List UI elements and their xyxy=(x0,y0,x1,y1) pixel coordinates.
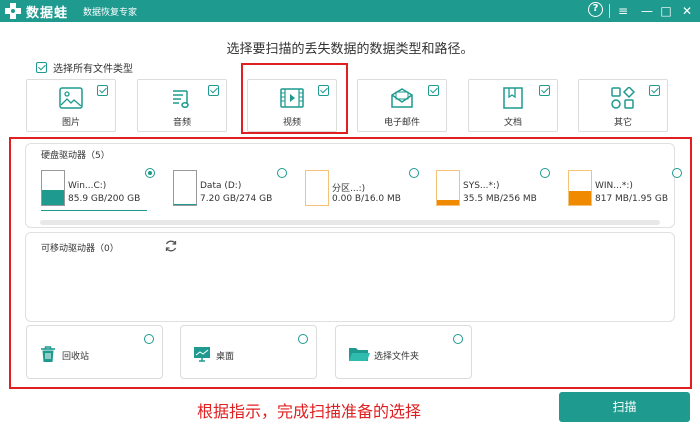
close-icon[interactable]: ✕ xyxy=(678,2,696,20)
titlebar-divider xyxy=(609,4,610,18)
checkbox-icon[interactable] xyxy=(428,85,439,96)
minimize-icon[interactable]: — xyxy=(638,2,656,20)
title-bar: 数据蛙 数据恢复专家 ? ≡ — □ ✕ xyxy=(0,0,700,22)
filetype-label: 文档 xyxy=(503,118,522,128)
checkbox-icon[interactable] xyxy=(539,85,550,96)
checkbox-icon[interactable] xyxy=(97,85,108,96)
app-subtitle: 数据恢复专家 xyxy=(83,8,138,18)
music-icon xyxy=(173,90,189,109)
select-all-checkbox[interactable]: 选择所有文件类型 xyxy=(36,60,133,75)
help-icon[interactable]: ? xyxy=(588,2,603,17)
logo-icon xyxy=(5,3,21,19)
app-brand: 数据蛙 xyxy=(26,6,69,21)
filetype-card-document[interactable]: 文档 xyxy=(468,79,558,132)
filetype-label: 其它 xyxy=(613,118,632,128)
highlight-path-annotation xyxy=(9,137,692,389)
select-all-label: 选择所有文件类型 xyxy=(53,64,133,75)
filetype-card-image[interactable]: 图片 xyxy=(26,79,116,132)
document-icon xyxy=(503,87,523,109)
filetype-card-other[interactable]: 其它 xyxy=(578,79,668,132)
filetype-label: 音频 xyxy=(172,118,191,128)
image-icon xyxy=(59,87,83,109)
highlight-video-annotation xyxy=(241,63,348,134)
filetype-label: 图片 xyxy=(61,118,80,128)
filetype-card-audio[interactable]: 音频 xyxy=(137,79,227,132)
scan-button[interactable]: 扫描 xyxy=(559,392,690,422)
filetype-label: 电子邮件 xyxy=(383,118,420,128)
instruction-text: 根据指示，完成扫描准备的选择 xyxy=(197,402,422,421)
checkbox-icon[interactable] xyxy=(208,85,219,96)
checkbox-icon[interactable] xyxy=(649,85,660,96)
filetype-card-email[interactable]: 电子邮件 xyxy=(357,79,447,132)
email-icon xyxy=(391,88,413,108)
maximize-icon[interactable]: □ xyxy=(657,2,675,20)
other-icon xyxy=(611,87,635,109)
menu-icon[interactable]: ≡ xyxy=(614,2,632,20)
page-headline: 选择要扫描的丢失数据的数据类型和路径。 xyxy=(226,42,474,57)
checkbox-icon[interactable] xyxy=(36,62,47,73)
